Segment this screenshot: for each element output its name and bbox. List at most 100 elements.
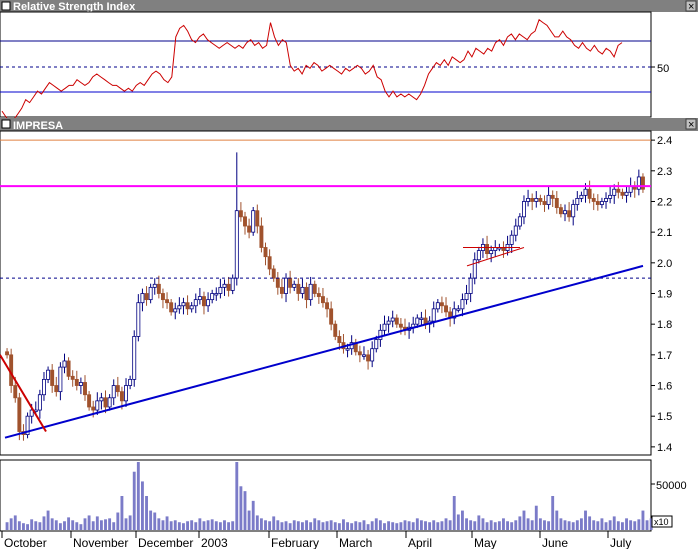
candle-down xyxy=(169,302,174,313)
volume-bar xyxy=(592,520,596,530)
volume-bar xyxy=(247,510,251,530)
volume-bar xyxy=(108,518,112,530)
candle-down xyxy=(156,283,161,294)
candle-up xyxy=(132,336,137,380)
candle-up xyxy=(526,198,531,202)
volume-bar xyxy=(448,520,452,530)
volume-bar xyxy=(621,522,624,530)
volume-bar xyxy=(251,500,255,530)
candle-down xyxy=(255,210,260,227)
volume-bar xyxy=(177,522,181,530)
price-tick-label: 2.0 xyxy=(657,258,672,270)
rsi-panel: Relative Strength Index × 50 xyxy=(0,0,698,124)
candle-down xyxy=(542,201,547,205)
volume-bar xyxy=(604,522,608,530)
volume-bar xyxy=(231,521,235,530)
volume-bar xyxy=(616,521,620,530)
price-panel: IMPRESA × 2.4 2.3 2.2 2.1 2.0 1.9 1.8 1.7 1.6 1.5… xyxy=(0,118,698,456)
month-label: March xyxy=(339,536,372,549)
volume-bar xyxy=(510,522,514,530)
volume-bar xyxy=(268,521,272,530)
candle-up xyxy=(58,366,63,393)
volume-bar xyxy=(116,512,120,530)
month-label: June xyxy=(542,536,568,549)
candle-down xyxy=(202,296,206,307)
volume-bar xyxy=(502,518,505,530)
candle-up xyxy=(107,397,112,408)
volume-bar xyxy=(399,522,403,530)
volume-bar xyxy=(182,523,185,530)
volume-bar xyxy=(9,518,13,530)
volume-bar xyxy=(391,522,395,530)
candle-down xyxy=(329,308,334,325)
volume-bar xyxy=(67,517,71,530)
candle-down xyxy=(119,391,124,402)
x-axis: October November December 2003 February March… xyxy=(0,530,651,549)
volume-bar xyxy=(629,520,633,530)
volume-bar xyxy=(571,522,575,530)
candle-up xyxy=(431,308,436,322)
volume-bar xyxy=(555,510,559,530)
candle-down xyxy=(66,360,71,377)
candle-up xyxy=(370,348,375,362)
candle-down xyxy=(325,302,330,310)
candle-down xyxy=(87,394,92,408)
candle-down xyxy=(538,198,543,202)
volume-bar xyxy=(530,520,534,530)
month-label: February xyxy=(271,536,319,549)
candle-down xyxy=(17,397,22,432)
volume-bar xyxy=(383,523,386,530)
price-tick-label: 1.8 xyxy=(657,319,672,331)
candle-down xyxy=(263,247,268,258)
volume-bar xyxy=(452,496,456,530)
volume-bar xyxy=(497,521,501,530)
volume-bar xyxy=(403,520,407,530)
volume-bar xyxy=(534,505,538,530)
volume-bar xyxy=(461,510,464,530)
volume-bar xyxy=(337,523,341,530)
volume-bar xyxy=(608,520,612,530)
price-title-bar xyxy=(0,118,698,131)
month-label: 2003 xyxy=(201,536,228,549)
candle-up xyxy=(624,191,629,196)
candle-up xyxy=(222,283,227,288)
candle-down xyxy=(620,191,625,196)
volume-bar xyxy=(313,518,317,530)
volume-bar xyxy=(198,518,202,530)
volume-bar xyxy=(625,518,628,530)
volume-bar xyxy=(493,522,497,530)
candle-up xyxy=(563,210,567,215)
candle-up xyxy=(378,329,383,340)
candle-up xyxy=(579,194,584,199)
candle-up xyxy=(173,308,178,313)
volume-bar xyxy=(374,518,378,530)
volume-bar xyxy=(218,522,222,530)
candle-down xyxy=(144,293,149,301)
volume-bar xyxy=(547,521,551,530)
volume-bar xyxy=(120,496,124,530)
candle-up xyxy=(513,225,518,236)
volume-bar xyxy=(206,520,210,530)
volume-bar xyxy=(321,522,325,530)
month-label: October xyxy=(4,536,47,549)
candle-up xyxy=(46,369,51,380)
volume-bar xyxy=(346,522,349,530)
candle-down xyxy=(50,369,55,386)
volume-bar xyxy=(407,521,411,530)
volume-bar xyxy=(255,515,259,530)
candle-up xyxy=(571,204,576,218)
candle-up xyxy=(234,210,239,279)
candle-down xyxy=(115,385,120,393)
candle-down xyxy=(320,296,325,304)
volume-bar xyxy=(551,496,555,530)
candle-up xyxy=(152,283,157,288)
volume-bar xyxy=(575,520,579,530)
volume-bar xyxy=(149,510,153,530)
volume-bar xyxy=(63,521,66,530)
volume-bar xyxy=(473,521,477,530)
price-close-icon: × xyxy=(688,119,694,131)
volume-bar xyxy=(366,524,370,530)
candle-down xyxy=(238,210,243,218)
volume-bar xyxy=(42,516,46,530)
volume-bar xyxy=(305,520,308,530)
